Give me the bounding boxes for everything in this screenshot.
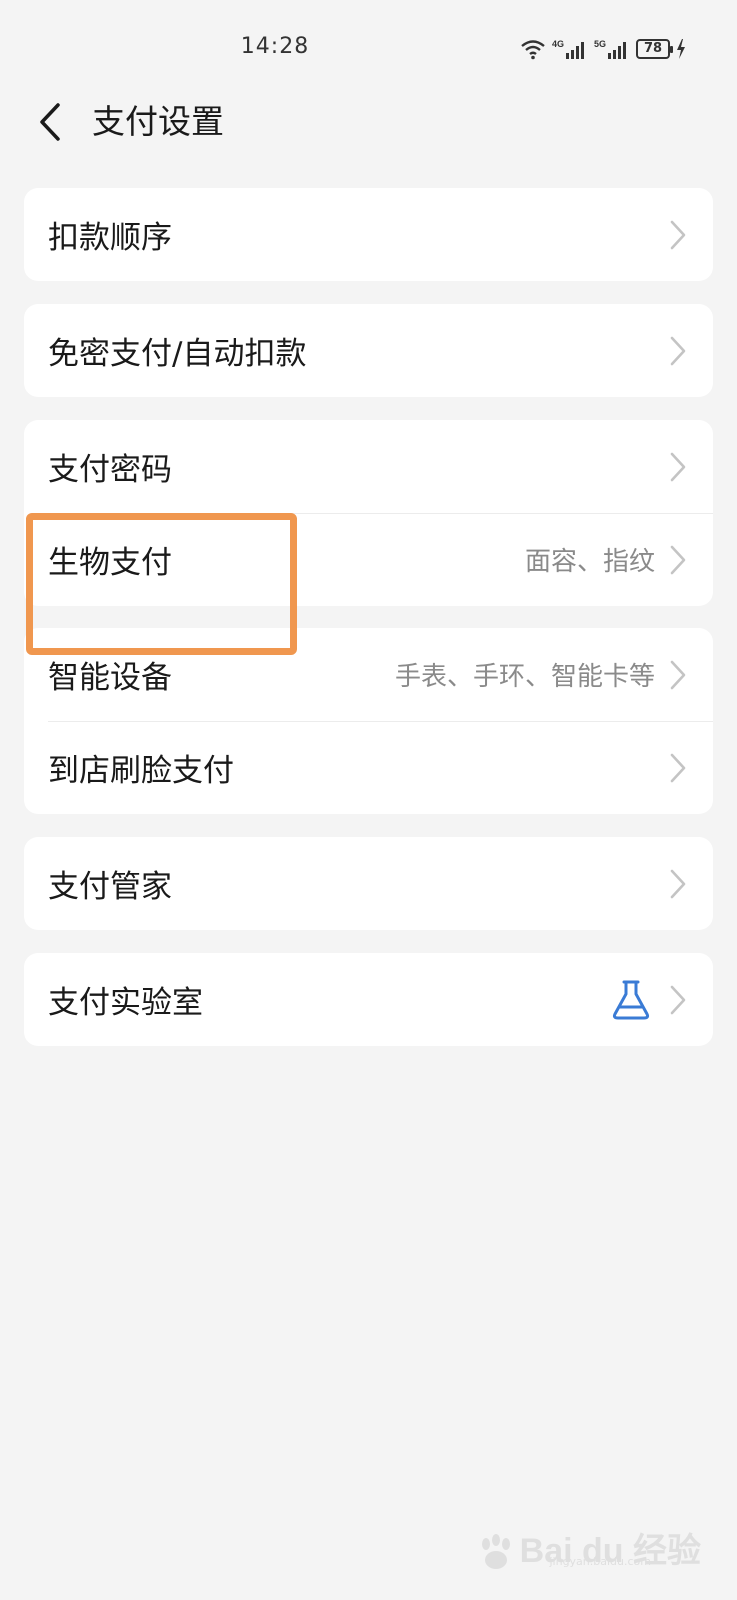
menu-item-label: 支付实验室 [48,985,203,1021]
menu-item-value: 手表、手环、智能卡等 [394,662,655,692]
settings-card: 支付管家 [24,837,713,930]
cellular-signal-icon: 5G [594,39,626,59]
svg-text:4G: 4G [552,39,564,49]
status-time: 14:28 [240,34,310,59]
cellular-signal-icon: 4G [552,39,584,59]
status-bar: 14:28 4G 5G 78 [0,0,737,100]
watermark: Bai du 经验 jingyan.baidu.com [476,1523,701,1572]
header: 支付设置 [0,90,737,154]
settings-card: 智能设备 手表、手环、智能卡等 到店刷脸支付 [24,628,713,814]
menu-item-biometric-payment[interactable]: 生物支付 面容、指纹 [24,513,713,606]
chevron-right-icon [670,452,686,481]
menu-item-smart-devices[interactable]: 智能设备 手表、手环、智能卡等 [24,628,713,721]
wifi-icon [521,40,545,60]
chevron-right-icon [670,545,686,574]
menu-item-label: 免密支付/自动扣款 [48,336,307,372]
menu-item-payment-manager[interactable]: 支付管家 [24,837,713,930]
chevron-right-icon [670,985,686,1014]
svg-text:5G: 5G [594,39,606,49]
back-button[interactable] [28,98,72,146]
settings-card: 扣款顺序 [24,188,713,281]
menu-item-label: 生物支付 [48,545,172,581]
menu-item-deduction-order[interactable]: 扣款顺序 [24,188,713,281]
settings-card: 支付密码 生物支付 面容、指纹 [24,420,713,606]
chevron-right-icon [670,660,686,689]
menu-item-label: 扣款顺序 [48,220,172,256]
chevron-right-icon [670,869,686,898]
watermark-url: jingyan.baidu.com [549,1555,651,1568]
menu-item-label: 支付管家 [48,869,172,905]
charging-icon [677,39,685,59]
page-title: 支付设置 [92,102,224,141]
chevron-left-icon [40,103,60,141]
paw-logo-icon [481,1534,510,1569]
menu-item-label: 支付密码 [48,452,172,488]
menu-item-payment-lab[interactable]: 支付实验室 [24,953,713,1046]
chevron-right-icon [670,220,686,249]
settings-card: 支付实验室 [24,953,713,1046]
status-icons: 4G 5G 78 [520,36,686,62]
flask-icon [612,980,650,1019]
menu-item-value: 面容、指纹 [524,547,655,577]
menu-item-face-payment[interactable]: 到店刷脸支付 [24,721,713,814]
chevron-right-icon [670,336,686,365]
menu-item-label: 到店刷脸支付 [48,753,234,789]
chevron-right-icon [670,753,686,782]
screen: 14:28 4G 5G 78 支付设置 扣款顺序 免密支付/自动扣款 支付密码 … [0,0,737,1600]
settings-card: 免密支付/自动扣款 [24,304,713,397]
battery-icon: 78 [636,39,673,59]
menu-item-label: 智能设备 [48,660,172,696]
menu-item-payment-password[interactable]: 支付密码 [24,420,713,513]
menu-item-password-free-payment[interactable]: 免密支付/自动扣款 [24,304,713,397]
